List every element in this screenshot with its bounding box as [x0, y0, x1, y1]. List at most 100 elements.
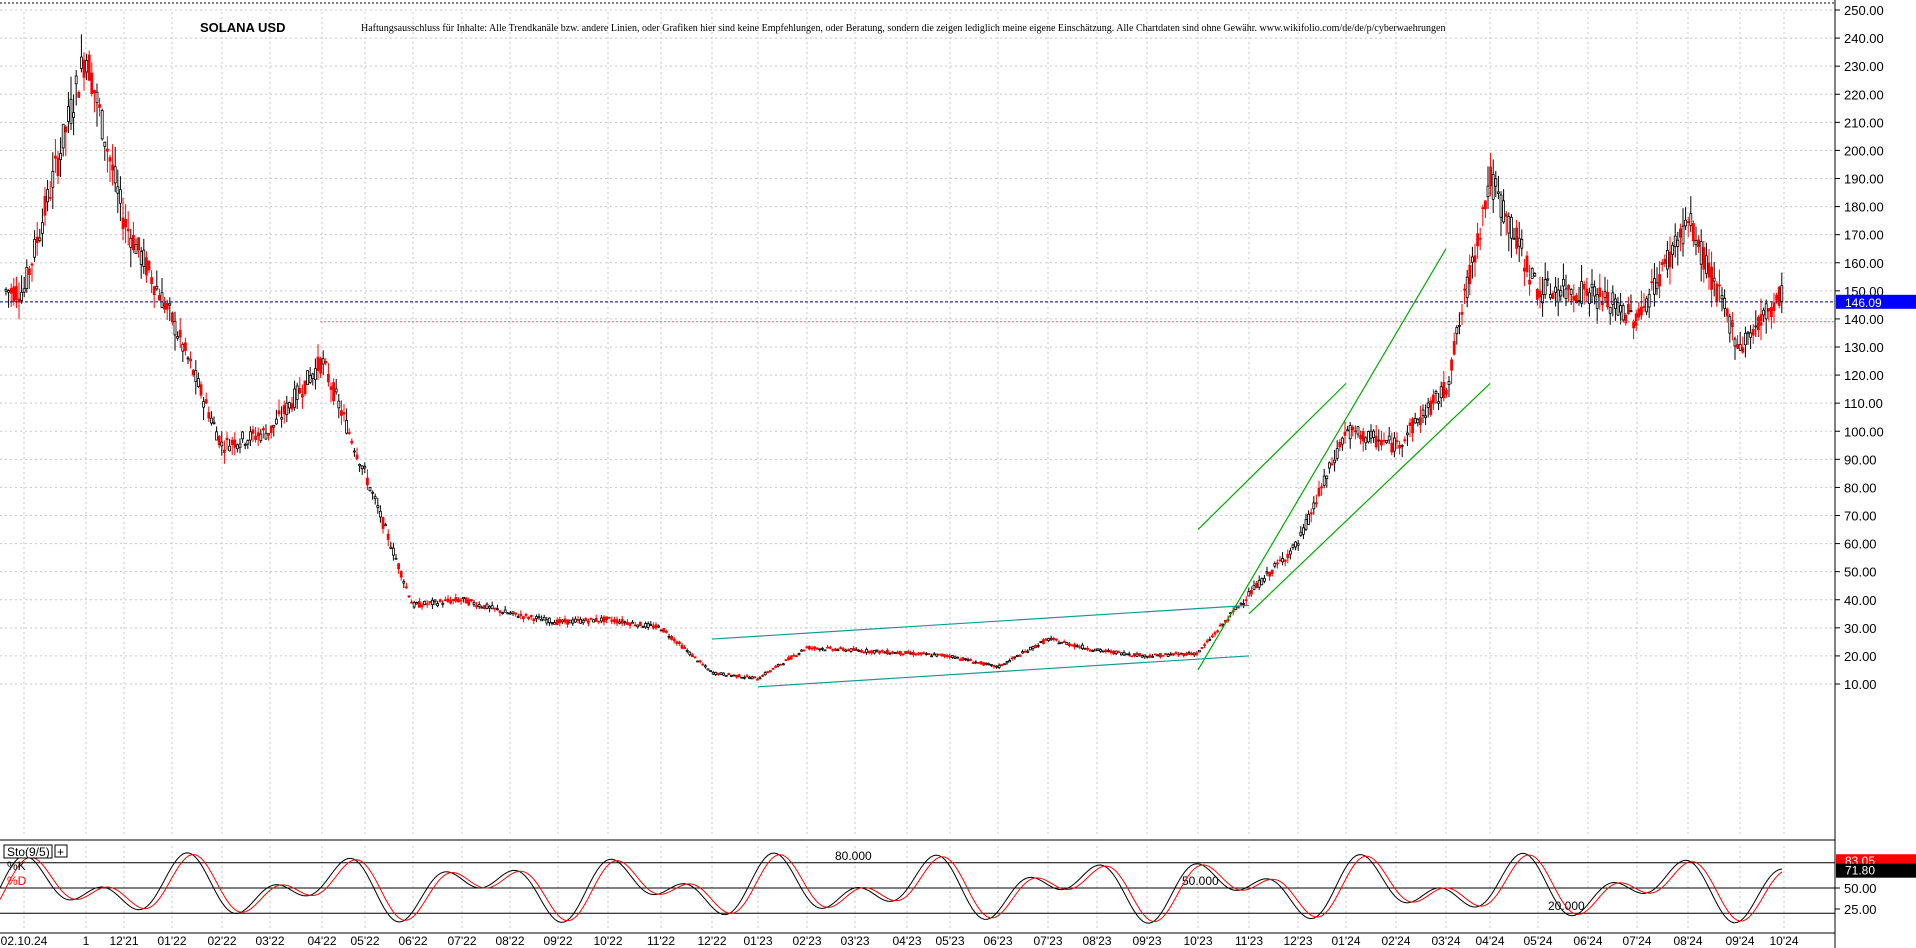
candle-body: [514, 612, 517, 615]
candle-body: [626, 622, 629, 625]
candle-body: [313, 368, 317, 381]
candle-body: [969, 659, 972, 662]
candle-body: [420, 604, 424, 608]
candle-body: [472, 602, 476, 606]
candle-body: [399, 571, 403, 578]
candle-body: [228, 445, 232, 452]
candle-body: [1094, 648, 1097, 652]
candle-body: [1182, 653, 1186, 657]
x-tick-label: 02'24: [1382, 934, 1411, 948]
candle-body: [306, 370, 310, 385]
candle-body: [1086, 647, 1089, 650]
candle-body: [1351, 426, 1355, 431]
candle-body: [1109, 650, 1113, 653]
candle-body: [1151, 655, 1154, 658]
candle-body: [896, 651, 900, 654]
candle-body: [875, 649, 879, 652]
x-tick-label: 10'22: [594, 934, 623, 948]
candle-body: [1341, 437, 1344, 445]
candle-body: [1333, 459, 1336, 464]
candle-body: [956, 656, 959, 659]
candle-body: [337, 400, 341, 409]
candle-body: [1577, 299, 1581, 302]
y-tick-label: 40.00: [1844, 593, 1877, 608]
y-tick-label: 200.00: [1844, 143, 1884, 158]
candle-body: [1471, 256, 1474, 263]
candle-body: [574, 618, 577, 623]
candle-body: [932, 653, 936, 656]
candle-body: [1010, 657, 1014, 660]
candle-body: [1138, 653, 1141, 657]
candle-body: [1328, 462, 1331, 469]
candle-body: [1536, 288, 1539, 300]
candle-body: [1681, 225, 1685, 245]
candle-body: [958, 658, 962, 661]
candle-body: [763, 672, 767, 676]
d-badge-label: 71.80: [1845, 864, 1875, 878]
candle-body: [1156, 654, 1160, 657]
x-tick-label: 07'24: [1623, 934, 1652, 948]
candle-body: [269, 425, 273, 434]
candle-body: [360, 465, 364, 470]
candle-body: [1510, 216, 1513, 239]
candle-body: [1096, 648, 1100, 651]
plus-glyph: +: [57, 845, 64, 859]
candle-body: [324, 360, 328, 364]
candle-body: [282, 405, 286, 415]
candle-body: [25, 267, 29, 289]
candle-body: [256, 432, 260, 437]
candle-body: [938, 653, 941, 656]
candle-body: [1642, 306, 1646, 308]
candle-body: [352, 450, 356, 453]
candle-body: [178, 329, 182, 338]
candle-body: [183, 342, 187, 351]
candle-body: [584, 618, 588, 622]
candle-body: [222, 449, 226, 453]
x-tick-label: 08'23: [1083, 934, 1112, 948]
candle-body: [225, 437, 229, 441]
candle-body: [1039, 641, 1043, 643]
candle-body: [836, 649, 840, 652]
candle-body: [1255, 582, 1258, 589]
candle-body: [620, 619, 624, 624]
candle-body: [1021, 651, 1024, 654]
candle-body: [391, 547, 395, 556]
candle-body: [1666, 249, 1669, 270]
candle-body: [610, 619, 614, 622]
candle-body: [724, 674, 728, 677]
candle-body: [1257, 580, 1261, 588]
candle-body: [12, 286, 16, 302]
candle-body: [157, 295, 161, 301]
candle-body: [443, 599, 447, 602]
candle-body: [1640, 306, 1643, 316]
candle-body: [1065, 642, 1069, 645]
candle-body: [488, 606, 492, 609]
candle-body: [17, 298, 21, 303]
candle-body: [108, 157, 112, 162]
candle-body: [1455, 327, 1459, 335]
candle-body: [1569, 288, 1573, 295]
candle-body: [1692, 223, 1695, 242]
candle-body: [1049, 637, 1053, 641]
candle-body: [498, 610, 502, 613]
candle-body: [1276, 562, 1279, 565]
candle-body: [600, 617, 603, 622]
candle-body: [745, 675, 749, 678]
candle-body: [454, 597, 458, 602]
candle-body: [22, 288, 26, 293]
candle-body: [126, 228, 130, 232]
candle-body: [480, 606, 484, 609]
sto-tick-label: 25.00: [1844, 902, 1877, 917]
candle-body: [810, 647, 814, 650]
candle-body: [1556, 289, 1560, 303]
indicator-label[interactable]: Sto(9/5) +: [3, 844, 68, 859]
candle-body: [542, 617, 546, 621]
candle-body: [493, 607, 497, 610]
candle-body: [1744, 332, 1747, 346]
candle-body: [1005, 661, 1009, 664]
candle-body: [1710, 266, 1713, 290]
candle-body: [589, 617, 593, 620]
candle-body: [1304, 519, 1308, 530]
candle-body: [74, 75, 78, 85]
candle-body: [1302, 527, 1305, 535]
